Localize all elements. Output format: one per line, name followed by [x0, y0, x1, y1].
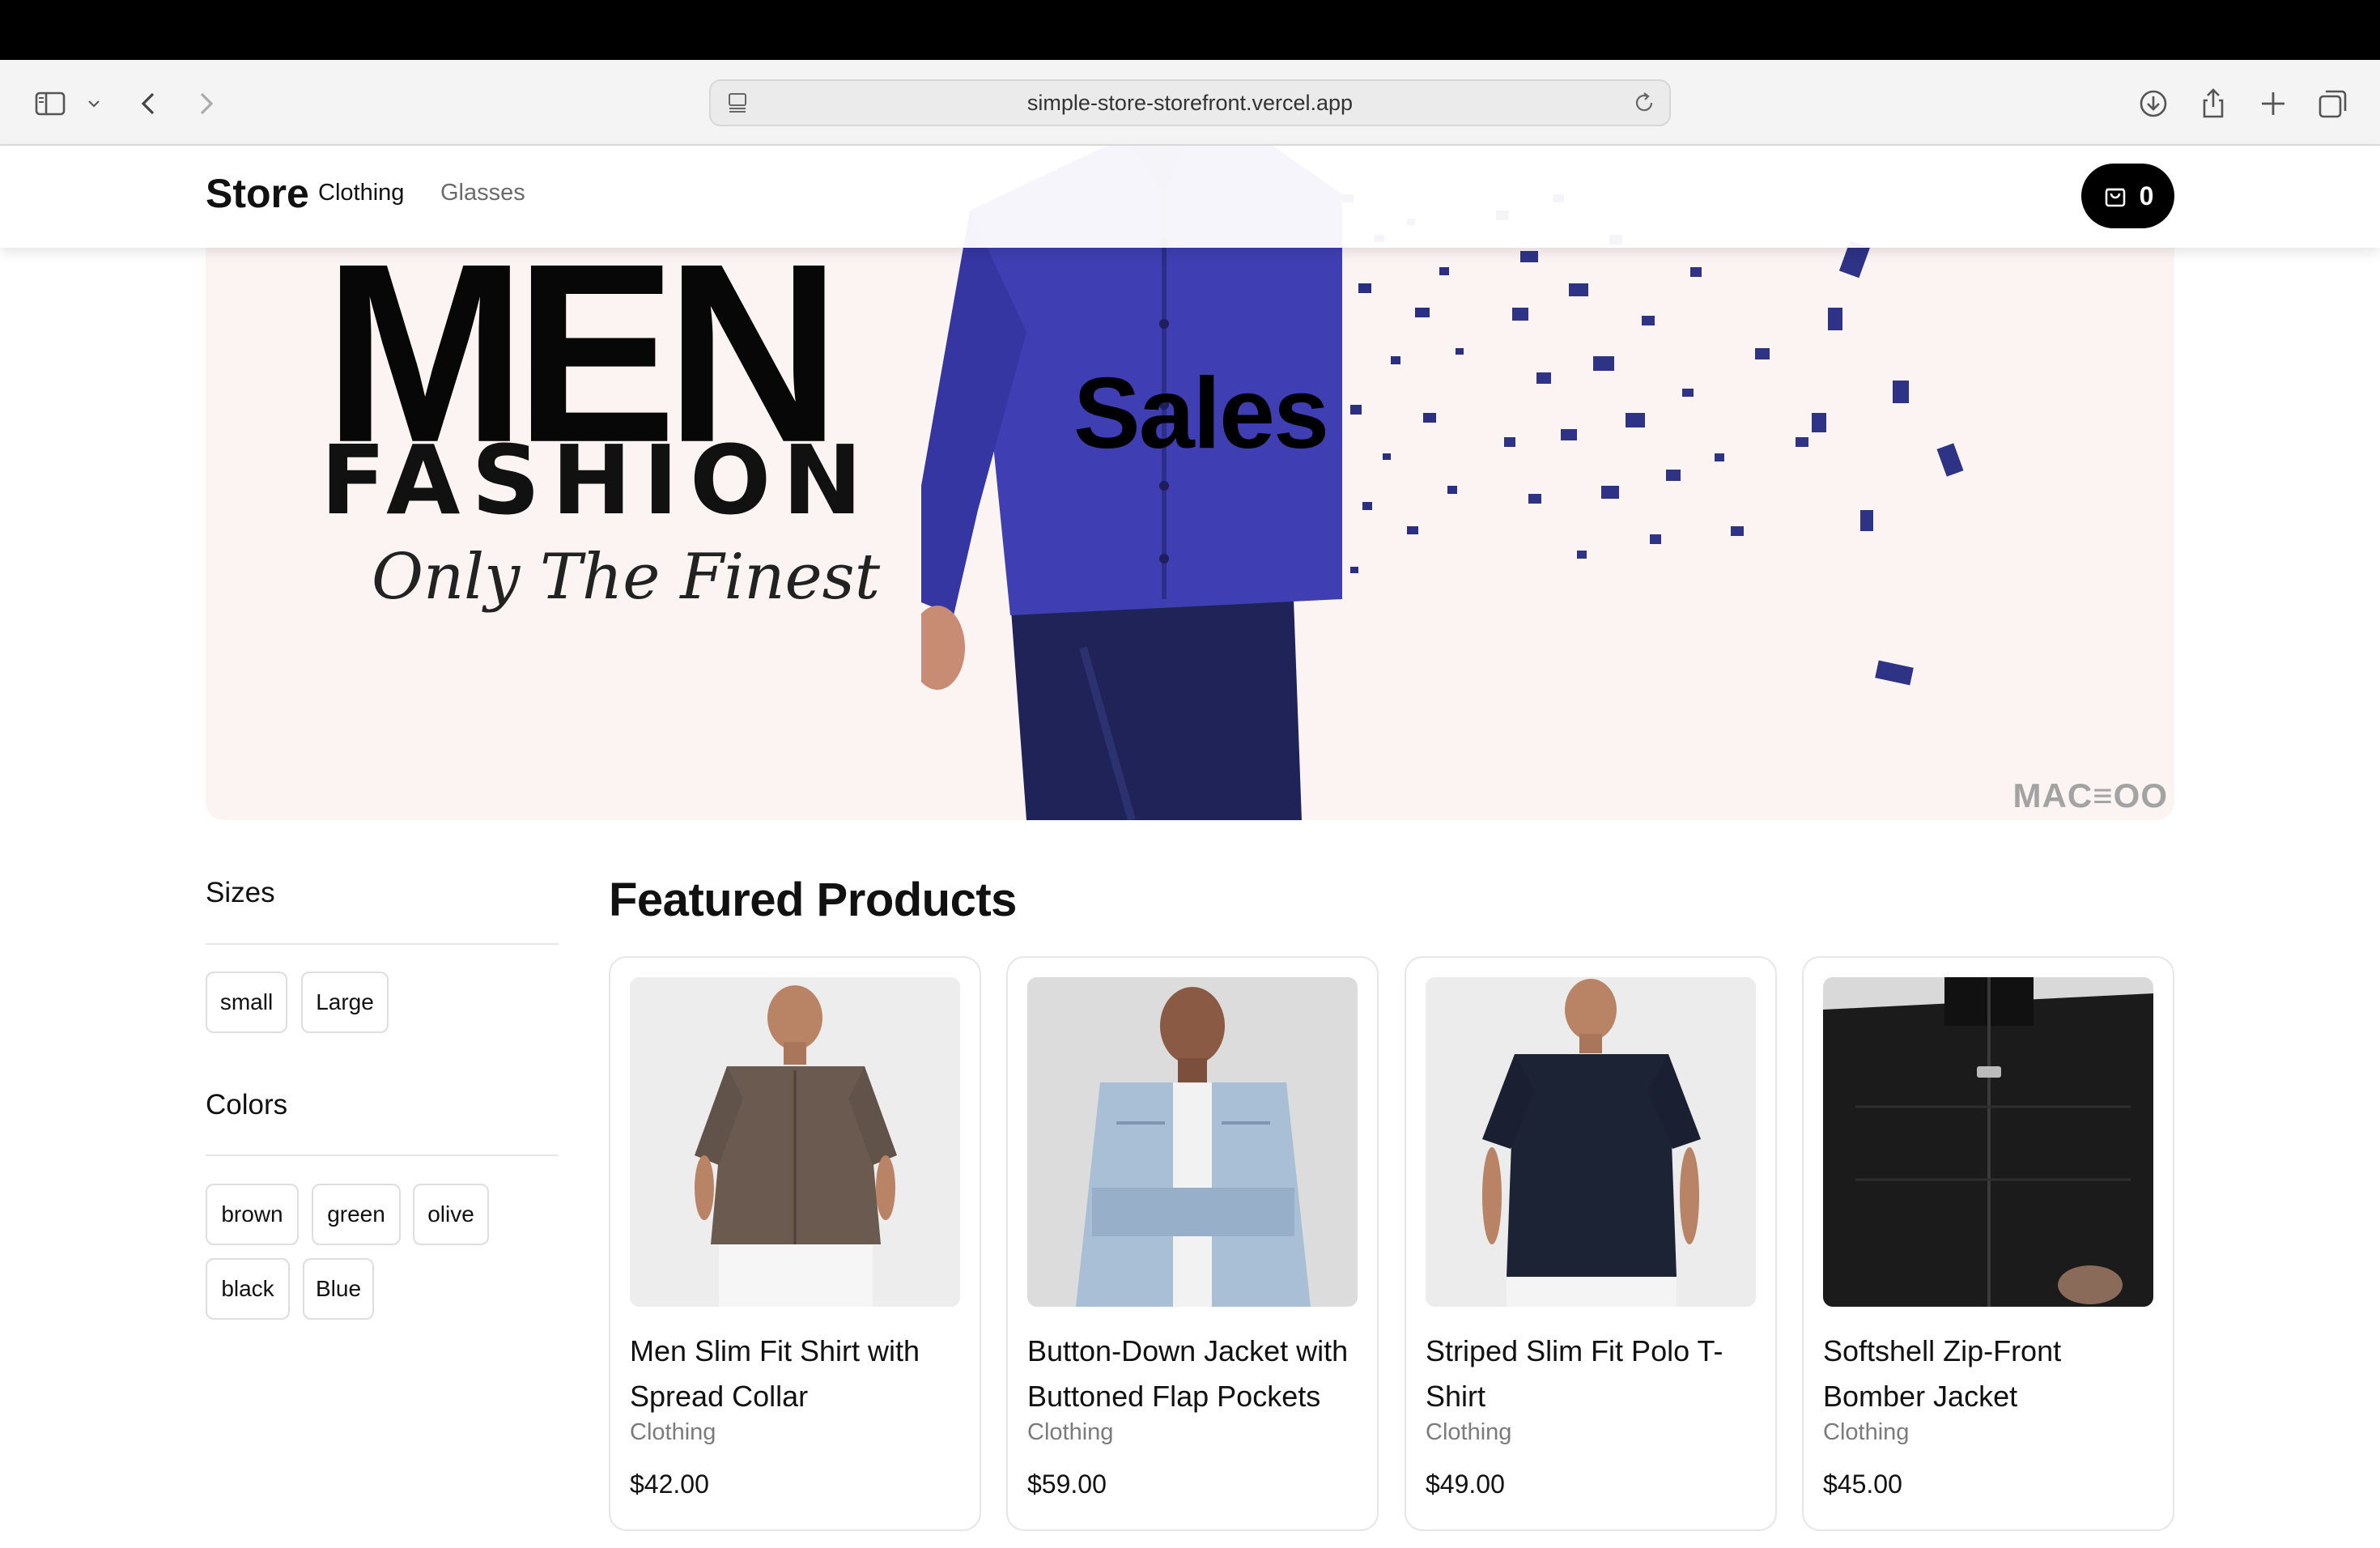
sizes-heading: Sizes: [206, 877, 275, 908]
product-image-denim-jacket[interactable]: [1027, 977, 1358, 1307]
product-card[interactable]: Men Slim Fit Shirt with Spread Collar Cl…: [609, 956, 981, 1531]
url-text: simple-store-storefront.vercel.app: [1026, 91, 1354, 115]
color-chip-black[interactable]: black: [206, 1258, 290, 1320]
product-price: $49.00: [1426, 1469, 1505, 1499]
divider: [206, 1155, 559, 1156]
reload-icon[interactable]: [1632, 91, 1656, 115]
color-chip-brown[interactable]: brown: [206, 1184, 299, 1245]
store-logo[interactable]: Store: [206, 170, 309, 217]
product-price: $45.00: [1823, 1469, 1902, 1499]
product-category: Clothing: [630, 1419, 716, 1445]
product-category: Clothing: [1823, 1419, 1910, 1445]
os-menu-bar: [0, 0, 2380, 60]
colors-heading: Colors: [206, 1089, 288, 1121]
product-price: $59.00: [1027, 1469, 1107, 1499]
downloads-icon[interactable]: [2134, 84, 2173, 123]
nav-link-glasses[interactable]: Glasses: [440, 180, 525, 206]
product-category: Clothing: [1426, 1419, 1512, 1445]
hero-title: Sales: [1073, 358, 1329, 470]
product-name[interactable]: Striped Slim Fit Polo T-Shirt: [1426, 1329, 1766, 1419]
chevron-down-icon[interactable]: [74, 84, 113, 123]
color-chip-blue[interactable]: Blue: [303, 1258, 374, 1320]
tab-overview-icon[interactable]: [2314, 84, 2352, 123]
product-price: $42.00: [630, 1469, 709, 1499]
sidebar-toggle-icon[interactable]: [31, 84, 70, 123]
browser-toolbar: simple-store-storefront.vercel.app: [0, 60, 2380, 146]
share-icon[interactable]: [2194, 84, 2233, 123]
product-image-brown-shirt[interactable]: [630, 977, 960, 1307]
hero-tagline: Only The Finest: [372, 541, 881, 614]
product-image-black-bomber[interactable]: [1823, 977, 2153, 1307]
product-name[interactable]: Button-Down Jacket with Buttoned Flap Po…: [1027, 1329, 1367, 1419]
address-bar[interactable]: simple-store-storefront.vercel.app: [709, 79, 1671, 126]
product-card[interactable]: Button-Down Jacket with Buttoned Flap Po…: [1006, 956, 1379, 1531]
hero-subheadline: FASHION: [321, 424, 874, 536]
cart-button[interactable]: 0: [2081, 164, 2174, 228]
product-category: Clothing: [1027, 1419, 1114, 1445]
product-image-navy-polo[interactable]: [1426, 977, 1756, 1307]
shopping-bag-icon: [2105, 188, 2125, 207]
hero-watermark: MAC≡OO: [2012, 776, 2168, 814]
color-chip-green[interactable]: green: [312, 1184, 401, 1245]
nav-link-clothing[interactable]: Clothing: [318, 180, 404, 206]
divider: [206, 943, 559, 945]
product-card[interactable]: Striped Slim Fit Polo T-Shirt Clothing $…: [1405, 956, 1777, 1531]
store-header: Store Clothing Glasses 0: [0, 146, 2380, 248]
product-name[interactable]: Men Slim Fit Shirt with Spread Collar: [630, 1329, 970, 1419]
product-name[interactable]: Softshell Zip-Front Bomber Jacket: [1823, 1329, 2163, 1419]
size-chip-small[interactable]: small: [206, 972, 287, 1033]
product-card[interactable]: Softshell Zip-Front Bomber Jacket Clothi…: [1802, 956, 2174, 1531]
forward-icon[interactable]: [186, 84, 225, 123]
size-chip-large[interactable]: Large: [301, 972, 389, 1033]
featured-products-heading: Featured Products: [609, 874, 1017, 926]
new-tab-icon[interactable]: [2254, 84, 2293, 123]
back-icon[interactable]: [130, 84, 168, 123]
cart-count: 0: [2139, 181, 2154, 211]
color-chip-olive[interactable]: olive: [413, 1184, 489, 1245]
